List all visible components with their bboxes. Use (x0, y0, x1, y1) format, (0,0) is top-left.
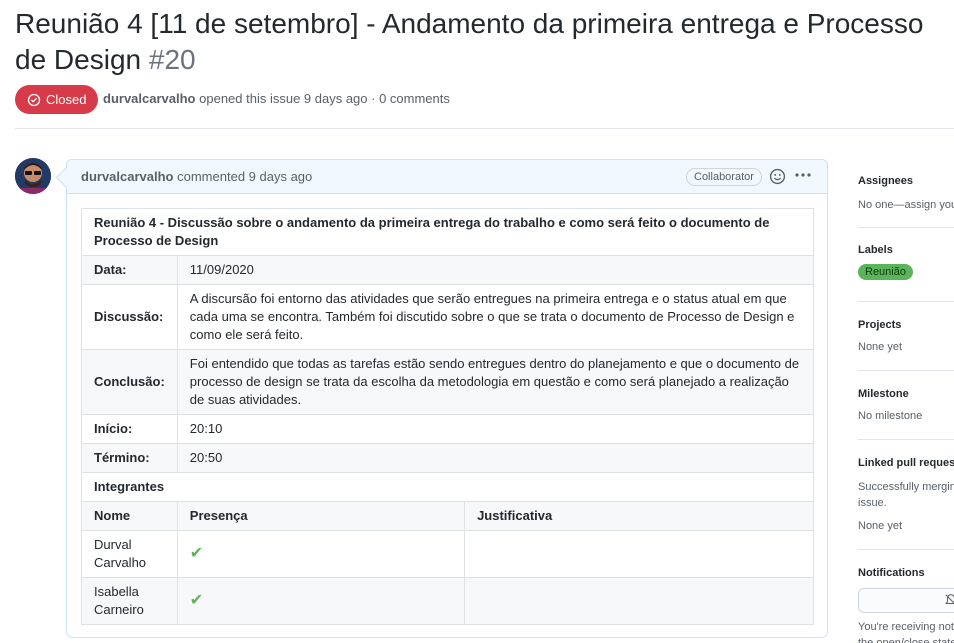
table-row: Data: 11/09/2020 (81, 255, 815, 285)
notification-subscribe-button[interactable] (858, 588, 954, 613)
members-heading: Integrantes (81, 472, 814, 502)
sidebar-divider (858, 439, 954, 440)
comment-box: durvalcarvalho commented 9 days ago Coll… (66, 159, 828, 638)
column-header-justificativa: Justificativa (464, 501, 814, 531)
member-name: Isabella Carneiro (81, 577, 178, 625)
column-header-presenca: Presença (176, 501, 466, 531)
sidebar-milestone: Milestone No milestone (858, 388, 954, 422)
milestone-text: No milestone (858, 410, 923, 422)
notifications-text: You're receiving noti the open/close sta… (858, 619, 954, 643)
table-row: Isabella Carneiro ✔ (81, 577, 814, 625)
projects-heading[interactable]: Projects (858, 319, 954, 331)
column-header-nome: Nome (81, 501, 178, 531)
issue-number: #20 (148, 44, 196, 75)
table-row: Conclusão: Foi entendido que todas as ta… (81, 349, 815, 415)
row-value-discussao: A discursão foi entorno das atividades q… (176, 284, 815, 350)
member-name: Durval Carvalho (81, 530, 178, 578)
milestone-heading[interactable]: Milestone (858, 388, 954, 400)
issue-state-badge: Closed (15, 85, 99, 114)
sidebar-divider (858, 227, 954, 228)
comment-meta-text: commented 9 days ago (177, 169, 313, 184)
row-label-termino: Término: (81, 443, 178, 473)
linked-prs-none: None yet (858, 520, 903, 532)
bell-slash-icon (944, 593, 954, 612)
assignees-text[interactable]: No one—assign you (858, 199, 954, 211)
row-label-data: Data: (81, 255, 178, 285)
collaborator-badge: Collaborator (686, 168, 762, 186)
issue-meta-text: opened this issue 9 days ago · 0 comment… (199, 91, 450, 106)
row-label-discussao: Discussão: (81, 284, 178, 350)
linked-prs-text2: issue. (858, 497, 887, 509)
member-justification (464, 577, 814, 625)
table-row: Início: 20:10 (81, 414, 815, 444)
row-value-inicio: 20:10 (176, 414, 815, 444)
issue-meta: durvalcarvalho opened this issue 9 days … (103, 91, 450, 106)
sidebar: Assignees No one—assign you Labels Reuni… (858, 0, 954, 643)
sidebar-assignees: Assignees No one—assign you (858, 175, 954, 211)
issue-state-label: Closed (46, 92, 87, 107)
table-row: Término: 20:50 (81, 443, 815, 473)
sidebar-divider (858, 549, 954, 550)
sidebar-notifications: Notifications (858, 567, 954, 579)
notifications-text-line1: You're receiving noti (858, 621, 954, 633)
row-label-inicio: Início: (81, 414, 178, 444)
projects-text: None yet (858, 341, 903, 353)
comment-meta: durvalcarvalho commented 9 days ago (81, 169, 312, 184)
closed-issue-icon (27, 93, 41, 107)
row-value-conclusao: Foi entendido que todas as tarefas estão… (176, 349, 815, 415)
meeting-table-title: Reunião 4 - Discussão sobre o andamento … (81, 208, 814, 256)
add-reaction-icon[interactable] (769, 168, 786, 185)
label-reuniao[interactable]: Reunião (858, 264, 913, 280)
checkmark-icon: ✔ (176, 530, 466, 578)
notifications-text-line2: the open/close state (858, 637, 954, 643)
labels-heading[interactable]: Labels (858, 244, 954, 256)
sidebar-divider (858, 370, 954, 371)
row-value-termino: 20:50 (176, 443, 815, 473)
row-value-data: 11/09/2020 (176, 255, 815, 285)
issue-author-link[interactable]: durvalcarvalho (103, 91, 196, 106)
sidebar-linked-prs: Linked pull reques Successfully mergin i… (858, 457, 954, 532)
comment-header: durvalcarvalho commented 9 days ago Coll… (67, 160, 827, 194)
issue-title: Reunião 4 [11 de setembro] - Andamento d… (15, 6, 954, 78)
table-row: Durval Carvalho ✔ (81, 530, 814, 578)
member-justification (464, 530, 814, 578)
linked-prs-text: Successfully mergin (858, 481, 954, 493)
assignees-heading[interactable]: Assignees (858, 175, 954, 187)
header-divider (15, 128, 954, 129)
sidebar-projects: Projects None yet (858, 319, 954, 353)
notifications-heading: Notifications (858, 567, 925, 579)
avatar[interactable] (15, 158, 51, 194)
checkmark-icon: ✔ (176, 577, 466, 625)
table-row: Discussão: A discursão foi entorno das a… (81, 284, 815, 350)
sidebar-labels: Labels Reunião (858, 244, 954, 280)
comment-author-link[interactable]: durvalcarvalho (81, 169, 174, 184)
sidebar-divider (858, 301, 954, 302)
meeting-table: Reunião 4 - Discussão sobre o andamento … (81, 208, 815, 625)
more-options-icon[interactable] (794, 166, 814, 186)
row-label-conclusao: Conclusão: (81, 349, 178, 415)
linked-prs-heading: Linked pull reques (858, 457, 954, 469)
